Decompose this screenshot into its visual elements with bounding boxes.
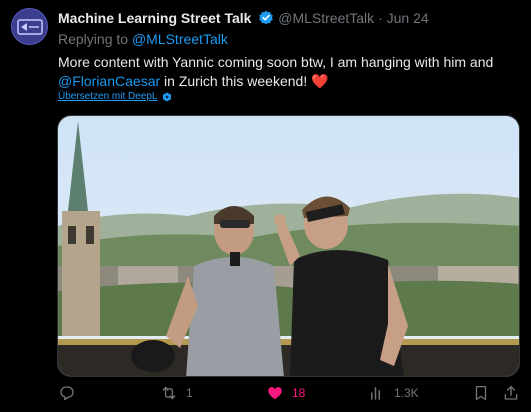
separator-dot: · (378, 10, 383, 26)
replying-prefix: Replying to (58, 31, 129, 47)
retweet-count: 1 (186, 386, 193, 400)
verified-badge-icon (258, 10, 274, 29)
photo-image (58, 116, 519, 376)
reply-button[interactable] (58, 384, 76, 402)
tweet-header: Machine Learning Street Talk @MLStreetTa… (58, 10, 429, 29)
retweet-icon (162, 386, 176, 400)
translate-link[interactable]: Übersetzen mit DeepL (58, 91, 172, 102)
replying-to-line: Replying to @MLStreetTalk (58, 31, 228, 47)
reply-icon (60, 386, 74, 401)
like-icon (268, 387, 282, 400)
mention-link[interactable]: @FlorianCaesar (58, 73, 160, 89)
retweet-button[interactable]: 1 (160, 384, 193, 402)
share-icon (504, 385, 518, 400)
avatar[interactable] (11, 8, 48, 45)
author-handle[interactable]: @MLStreetTalk (278, 10, 374, 26)
share-button[interactable] (502, 384, 520, 402)
heart-emoji: ❤️ (311, 73, 329, 89)
replying-to-link[interactable]: @MLStreetTalk (132, 31, 228, 47)
author-name[interactable]: Machine Learning Street Talk (58, 10, 251, 26)
tweet-actions: 1 18 1.3K (0, 384, 531, 408)
tweet-photo[interactable] (57, 115, 520, 377)
deepl-icon (162, 92, 171, 101)
views-icon (371, 387, 380, 400)
tweet-text-part1: More content with Yannic coming soon btw… (58, 54, 494, 70)
bookmark-button[interactable] (472, 384, 490, 402)
bookmark-icon (475, 385, 487, 401)
views-count: 1.3K (394, 386, 419, 400)
tweet-text-part2: in Zurich this weekend! (160, 73, 312, 89)
like-button[interactable]: 18 (266, 384, 305, 402)
views-button[interactable]: 1.3K (368, 384, 419, 402)
translate-label[interactable]: Übersetzen mit DeepL (58, 91, 158, 102)
tweet-date[interactable]: Jun 24 (387, 10, 429, 26)
tweet-text: More content with Yannic coming soon btw… (58, 53, 518, 91)
avatar-logo-icon (16, 18, 43, 35)
like-count: 18 (292, 386, 306, 400)
